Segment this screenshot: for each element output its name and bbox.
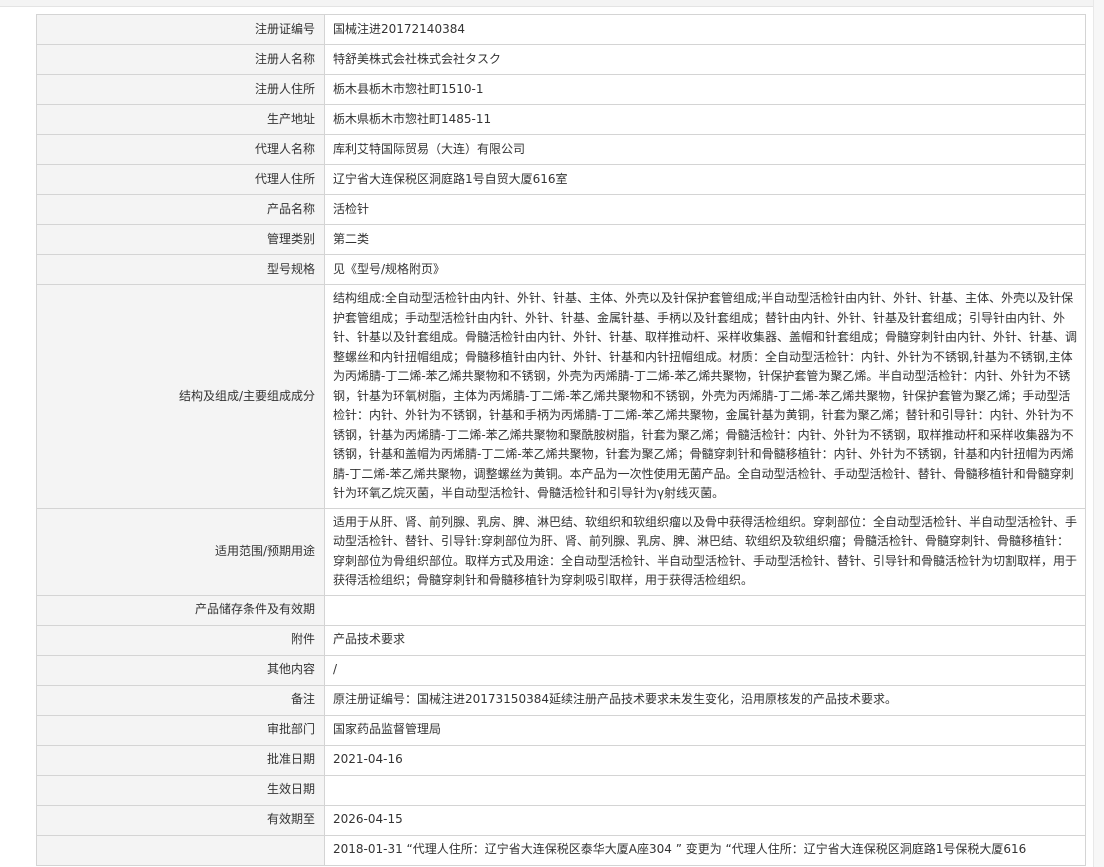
field-label: 适用范围/预期用途 <box>36 507 325 596</box>
field-label: 有效期至 <box>36 804 325 836</box>
field-label: 批准日期 <box>36 744 325 776</box>
field-value: 栃木县栃木市惣社町1510-1 <box>324 74 1086 105</box>
table-row: 注册证编号 国械注进20172140384 <box>36 14 1086 45</box>
field-value: 第二类 <box>324 224 1086 255</box>
field-label: 产品名称 <box>36 194 325 225</box>
scrollbar-track[interactable] <box>1093 0 1104 867</box>
field-value: 2026-04-15 <box>324 804 1086 836</box>
field-value <box>324 594 1086 626</box>
table-row: 结构及组成/主要组成成分 结构组成:全自动型活检针由内针、外针、针基、主体、外壳… <box>36 284 1086 509</box>
field-label: 注册人住所 <box>36 74 325 105</box>
field-label <box>36 834 325 866</box>
table-row: 备注 原注册证编号：国械注进20173150384延续注册产品技术要求未发生变化… <box>36 684 1086 716</box>
field-label: 备注 <box>36 684 325 716</box>
field-value: 2021-04-16 <box>324 744 1086 776</box>
field-value: 库利艾特国际贸易（大连）有限公司 <box>324 134 1086 165</box>
table-row: 批准日期 2021-04-16 <box>36 744 1086 776</box>
field-value: 栃木県栃木市惣社町1485-11 <box>324 104 1086 135</box>
table-row: 生产地址 栃木県栃木市惣社町1485-11 <box>36 104 1086 135</box>
table-row: 注册人住所 栃木县栃木市惣社町1510-1 <box>36 74 1086 105</box>
field-value: 国械注进20172140384 <box>324 14 1086 45</box>
field-label: 附件 <box>36 624 325 656</box>
field-value: 2018-01-31 “代理人住所：辽宁省大连保税区泰华大厦A座304 ” 变更… <box>324 834 1086 866</box>
field-label: 代理人住所 <box>36 164 325 195</box>
table-row: 管理类别 第二类 <box>36 224 1086 255</box>
field-label: 型号规格 <box>36 254 325 285</box>
field-value: 特舒美株式会社株式会社タスク <box>324 44 1086 75</box>
field-value: 原注册证编号：国械注进20173150384延续注册产品技术要求未发生变化，沿用… <box>324 684 1086 716</box>
field-value: 产品技术要求 <box>324 624 1086 656</box>
field-label: 注册证编号 <box>36 14 325 45</box>
field-value: 国家药品监督管理局 <box>324 714 1086 746</box>
table-row: 产品储存条件及有效期 <box>36 594 1086 626</box>
field-label: 代理人名称 <box>36 134 325 165</box>
field-label: 注册人名称 <box>36 44 325 75</box>
table-row: 2018-01-31 “代理人住所：辽宁省大连保税区泰华大厦A座304 ” 变更… <box>36 834 1086 866</box>
field-label: 产品储存条件及有效期 <box>36 594 325 626</box>
page-frame: 注册证编号 国械注进20172140384 注册人名称 特舒美株式会社株式会社タ… <box>0 0 1104 867</box>
table-row: 有效期至 2026-04-15 <box>36 804 1086 836</box>
field-label: 生效日期 <box>36 774 325 806</box>
field-label: 生产地址 <box>36 104 325 135</box>
table-row: 代理人名称 库利艾特国际贸易（大连）有限公司 <box>36 134 1086 165</box>
field-label: 审批部门 <box>36 714 325 746</box>
registration-detail-table: 注册证编号 国械注进20172140384 注册人名称 特舒美株式会社株式会社タ… <box>36 14 1086 866</box>
field-value <box>324 774 1086 806</box>
field-value: 结构组成:全自动型活检针由内针、外针、针基、主体、外壳以及针保护套管组成;半自动… <box>324 284 1086 509</box>
field-value: 辽宁省大连保税区洞庭路1号自贸大厦616室 <box>324 164 1086 195</box>
field-value: / <box>324 654 1086 686</box>
table-row: 注册人名称 特舒美株式会社株式会社タスク <box>36 44 1086 75</box>
table-row: 审批部门 国家药品监督管理局 <box>36 714 1086 746</box>
table-row: 生效日期 <box>36 774 1086 806</box>
table-row: 其他内容 / <box>36 654 1086 686</box>
table-row: 适用范围/预期用途 适用于从肝、肾、前列腺、乳房、脾、淋巴结、软组织和软组织瘤以… <box>36 507 1086 596</box>
field-label: 其他内容 <box>36 654 325 686</box>
top-border <box>0 0 1104 7</box>
field-value: 见《型号/规格附页》 <box>324 254 1086 285</box>
field-value: 活检针 <box>324 194 1086 225</box>
field-label: 结构及组成/主要组成成分 <box>36 284 325 509</box>
field-label: 管理类别 <box>36 224 325 255</box>
field-value: 适用于从肝、肾、前列腺、乳房、脾、淋巴结、软组织和软组织瘤以及骨中获得活检组织。… <box>324 507 1086 596</box>
table-row: 产品名称 活检针 <box>36 194 1086 225</box>
table-row: 型号规格 见《型号/规格附页》 <box>36 254 1086 285</box>
table-row: 代理人住所 辽宁省大连保税区洞庭路1号自贸大厦616室 <box>36 164 1086 195</box>
table-row: 附件 产品技术要求 <box>36 624 1086 656</box>
